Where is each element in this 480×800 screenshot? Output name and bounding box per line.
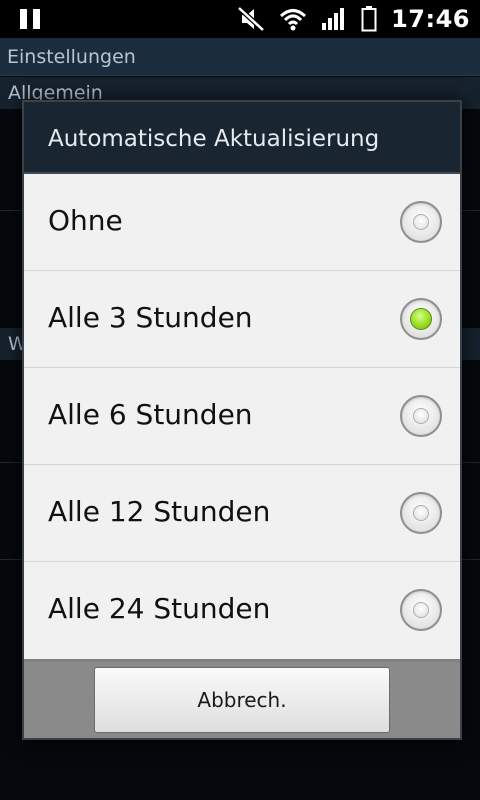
radio-button[interactable] — [400, 201, 442, 243]
signal-icon — [322, 8, 345, 30]
dialog-footer: Abbrech. — [24, 662, 460, 738]
battery-icon — [361, 6, 377, 32]
radio-button[interactable] — [400, 492, 442, 534]
pause-icon — [20, 9, 40, 29]
option-label: Alle 24 Stunden — [48, 592, 271, 625]
radio-button-selected[interactable] — [400, 298, 442, 340]
status-icons: 17:46 — [237, 4, 470, 34]
cancel-button[interactable]: Abbrech. — [94, 667, 390, 733]
option-6-hours[interactable]: Alle 6 Stunden — [24, 368, 460, 465]
option-12-hours[interactable]: Alle 12 Stunden — [24, 465, 460, 562]
settings-title-bar: Einstellungen — [0, 38, 480, 76]
wifi-icon — [280, 9, 307, 31]
clock: 17:46 — [391, 5, 470, 33]
settings-title: Einstellungen — [7, 46, 136, 68]
radio-button[interactable] — [400, 395, 442, 437]
mute-icon — [237, 6, 265, 32]
radio-button[interactable] — [400, 589, 442, 631]
option-label: Alle 12 Stunden — [48, 495, 271, 528]
option-24-hours[interactable]: Alle 24 Stunden — [24, 562, 460, 659]
option-label: Ohne — [48, 204, 123, 237]
option-3-hours[interactable]: Alle 3 Stunden — [24, 271, 460, 368]
status-bar: 17:46 — [0, 0, 480, 38]
update-interval-dialog: Automatische Aktualisierung Ohne Alle 3 … — [22, 100, 462, 740]
option-list: Ohne Alle 3 Stunden Alle 6 Stunden Alle … — [24, 174, 460, 659]
dialog-title: Automatische Aktualisierung — [48, 126, 380, 152]
option-label: Alle 3 Stunden — [48, 301, 253, 334]
option-none[interactable]: Ohne — [24, 174, 460, 271]
option-label: Alle 6 Stunden — [48, 398, 253, 431]
dialog-header: Automatische Aktualisierung — [24, 102, 460, 174]
